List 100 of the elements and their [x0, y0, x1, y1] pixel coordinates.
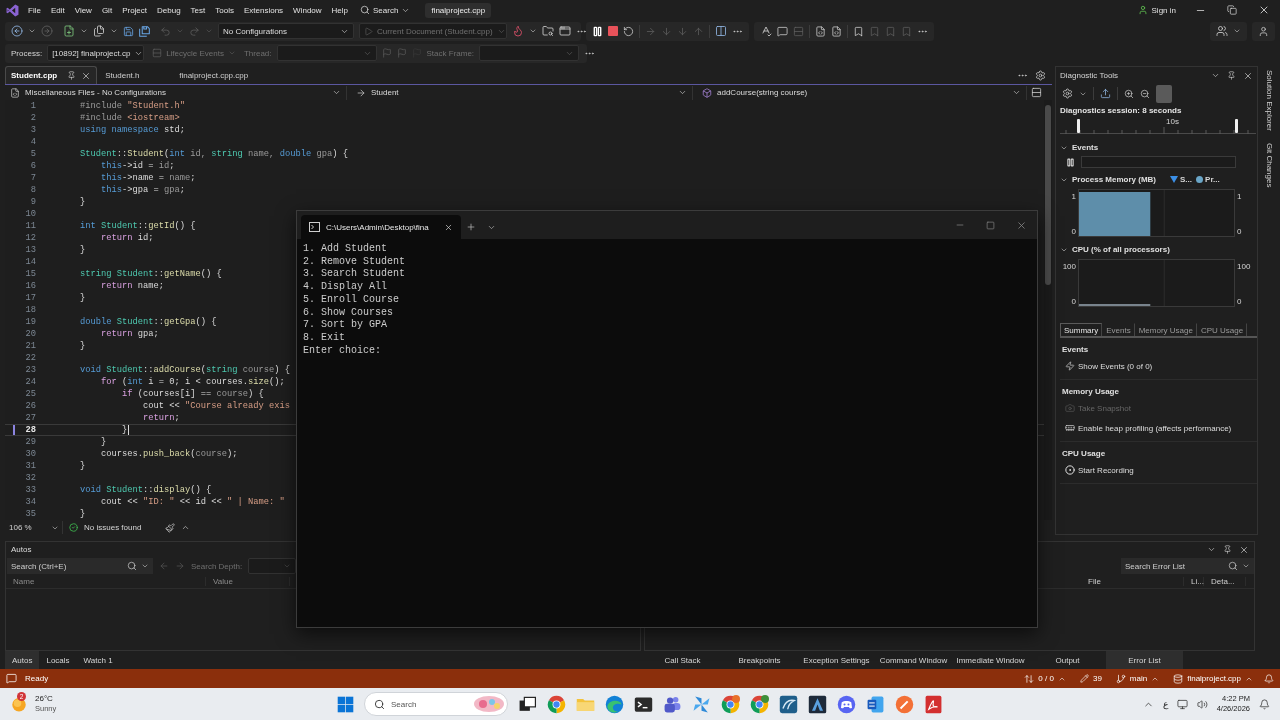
- export-icon[interactable]: [1100, 88, 1111, 99]
- bell-icon[interactable]: [1264, 673, 1274, 684]
- menu-item[interactable]: File: [23, 2, 46, 18]
- configuration-dropdown[interactable]: No Configurations: [218, 23, 354, 39]
- process-dropdown[interactable]: [10892] finalproject.cp: [47, 45, 145, 61]
- pause-icon[interactable]: [1066, 157, 1075, 167]
- code-file-icon[interactable]: [815, 25, 826, 37]
- repository-button[interactable]: finalproject.cpp: [1170, 670, 1256, 687]
- scrollbar-thumb[interactable]: [1045, 105, 1051, 285]
- new-file-icon[interactable]: [63, 25, 75, 37]
- tool-window-tab[interactable]: Autos: [5, 651, 40, 669]
- side-tab[interactable]: Git Changes: [1264, 140, 1274, 190]
- side-tab[interactable]: Solution Explorer: [1264, 68, 1274, 133]
- ring-logo-icon[interactable]: [547, 694, 566, 714]
- square-button[interactable]: [1156, 84, 1172, 103]
- curve-tile-icon[interactable]: [779, 694, 798, 714]
- caret-up-icon[interactable]: [181, 523, 191, 532]
- sun-icon[interactable]: [10, 695, 28, 713]
- menu-item[interactable]: Git: [96, 2, 118, 18]
- menu-item[interactable]: View: [69, 2, 97, 18]
- sign-in-button[interactable]: Sign in: [1133, 2, 1180, 18]
- window-icon[interactable]: [559, 25, 571, 37]
- summary-tab[interactable]: Memory Usage: [1134, 323, 1197, 336]
- branch-button[interactable]: main: [1112, 670, 1163, 687]
- tool-window-tab[interactable]: Locals: [39, 651, 77, 669]
- menu-item[interactable]: Tools: [210, 2, 239, 18]
- terminal-icon[interactable]: [634, 694, 653, 714]
- caret-icon[interactable]: [1233, 27, 1241, 35]
- issues-status[interactable]: No issues found: [84, 523, 142, 532]
- menu-item[interactable]: Debug: [152, 2, 186, 18]
- menu-item[interactable]: Window: [288, 2, 327, 18]
- column-header[interactable]: Li...: [1184, 577, 1204, 586]
- caret-icon[interactable]: [1211, 71, 1220, 80]
- navigation-dropdown[interactable]: Miscellaneous Files - No Configurations: [5, 85, 347, 100]
- menu-item[interactable]: Extensions: [238, 2, 289, 18]
- range-handle[interactable]: [1235, 119, 1238, 133]
- columns-icon[interactable]: [715, 25, 727, 37]
- terminal-tab[interactable]: C:\Users\Admin\Desktop\fina: [301, 215, 461, 239]
- tool-window-tab[interactable]: Breakpoints: [721, 651, 798, 669]
- files-icon[interactable]: [93, 25, 105, 37]
- message-icon[interactable]: [6, 673, 17, 684]
- column-header[interactable]: Name: [6, 577, 206, 586]
- tool-window-tab[interactable]: Exception Settings: [798, 651, 875, 669]
- bell-icon[interactable]: [1259, 698, 1270, 710]
- range-handle[interactable]: [1077, 119, 1080, 133]
- tool-window-tab[interactable]: Command Window: [875, 651, 952, 669]
- monitor-icon[interactable]: [1176, 698, 1188, 710]
- zoom-dropdown[interactable]: 106 %: [9, 521, 63, 534]
- folder-search-icon[interactable]: [542, 25, 554, 37]
- windows-logo-icon[interactable]: [337, 695, 354, 713]
- people-icon[interactable]: [1216, 25, 1228, 37]
- input-language[interactable]: ع: [1162, 699, 1168, 709]
- plus-icon[interactable]: [466, 222, 476, 232]
- summary-tab[interactable]: CPU Usage: [1196, 323, 1248, 336]
- spell-check-icon[interactable]: [760, 25, 772, 37]
- close-icon[interactable]: [1258, 4, 1270, 16]
- people-icon[interactable]: [663, 694, 682, 714]
- zoom-in-icon[interactable]: [1124, 88, 1134, 99]
- pin-icon[interactable]: [1223, 545, 1232, 554]
- menu-item[interactable]: Project: [117, 2, 153, 18]
- caret-icon[interactable]: [28, 27, 36, 35]
- overlapping-windows-icon[interactable]: [518, 694, 537, 714]
- tool-window-tab[interactable]: Call Stack: [644, 651, 721, 669]
- document-tab[interactable]: finalproject.cpp.cpp: [173, 66, 255, 84]
- summary-tab[interactable]: Events: [1102, 323, 1135, 336]
- menu-item[interactable]: Help: [326, 2, 353, 18]
- settings-icon[interactable]: [1035, 69, 1046, 81]
- restore-icon[interactable]: [1227, 5, 1237, 15]
- code-file-icon[interactable]: [831, 25, 842, 37]
- sync-button[interactable]: 0 / 0: [1021, 670, 1069, 687]
- menu-item[interactable]: Test: [185, 2, 211, 18]
- close-icon[interactable]: [1243, 70, 1253, 81]
- loop-tile-icon[interactable]: [924, 694, 943, 714]
- column-header[interactable]: Value: [206, 577, 290, 586]
- tool-window-tab[interactable]: Watch 1: [76, 651, 120, 669]
- pinwheel-icon[interactable]: [692, 694, 711, 714]
- close-icon[interactable]: [1239, 544, 1249, 555]
- caret-icon[interactable]: [1207, 545, 1216, 554]
- close-icon[interactable]: [81, 70, 92, 81]
- ring-logo-badge-icon[interactable]: [750, 694, 769, 714]
- search-menu[interactable]: Search: [355, 2, 416, 18]
- caret-icon[interactable]: [80, 27, 88, 35]
- speaker-icon[interactable]: [1196, 698, 1208, 710]
- temperature[interactable]: 26°C: [35, 694, 57, 704]
- summary-action[interactable]: Enable heap profiling (affects performance): [1062, 418, 1257, 438]
- navigation-dropdown[interactable]: addCourse(string course): [697, 85, 1027, 100]
- menu-item[interactable]: Edit: [45, 2, 70, 18]
- save-all-icon[interactable]: [139, 25, 150, 37]
- brush-icon[interactable]: [165, 522, 176, 533]
- column-header[interactable]: File: [1081, 577, 1184, 586]
- summary-action[interactable]: Start Recording: [1062, 460, 1257, 480]
- summary-action[interactable]: Show Events (0 of 0): [1062, 356, 1257, 376]
- summary-tab[interactable]: Summary: [1060, 323, 1103, 336]
- pause-icon[interactable]: [592, 25, 603, 37]
- ring-logo-badge-icon[interactable]: [721, 694, 740, 714]
- save-icon[interactable]: [123, 25, 134, 37]
- document-icon[interactable]: [866, 694, 885, 714]
- search-field[interactable]: Search (Ctrl+E): [7, 558, 153, 574]
- split-view-icon[interactable]: [1031, 87, 1042, 98]
- tool-window-tab[interactable]: Error List: [1106, 651, 1183, 669]
